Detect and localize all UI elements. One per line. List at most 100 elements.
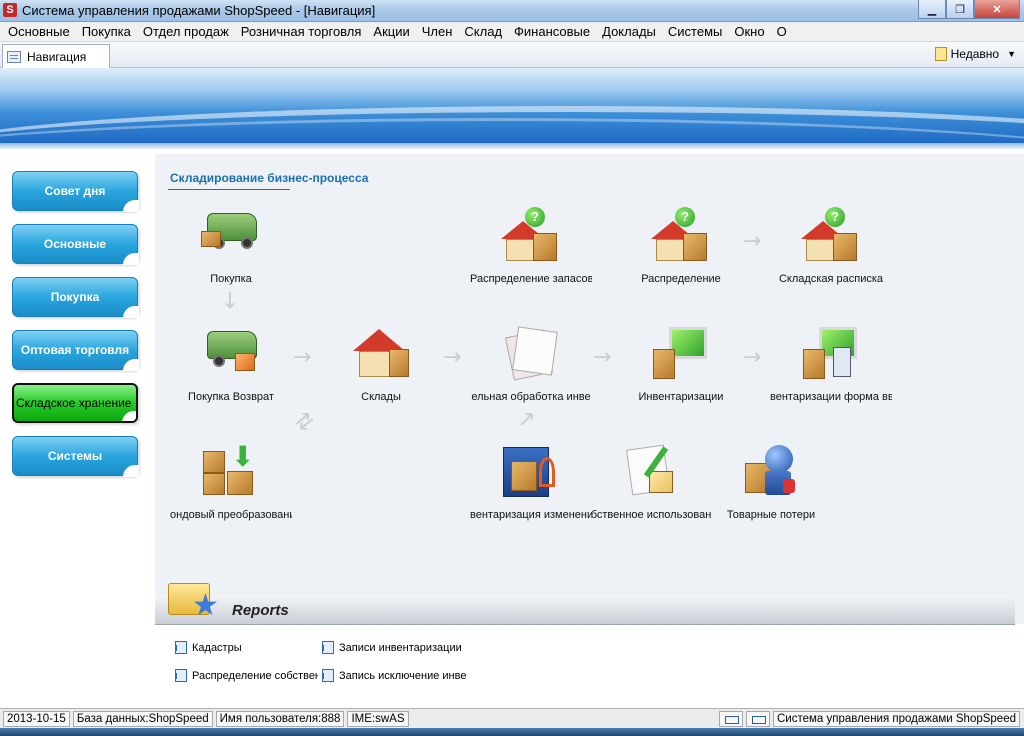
sidebar-item-systems[interactable]: Системы	[12, 436, 139, 477]
node-label: Распределение запасов	[470, 273, 592, 285]
menu-member[interactable]: Член	[416, 22, 459, 42]
node-fund-transform[interactable]: ⬇ ондовый преобразовани	[166, 441, 296, 522]
sidebar-item-wholesale[interactable]: Оптовая торговля	[12, 330, 139, 371]
node-label: ондовый преобразовани	[170, 509, 292, 521]
tab-navigation[interactable]: Навигация	[2, 44, 110, 68]
restore-button[interactable]: ❐	[946, 0, 974, 19]
tab-strip: Навигация Недавно ▼	[0, 42, 1024, 68]
node-label: бственное использован	[590, 509, 712, 521]
boxes-globe-icon	[739, 441, 803, 501]
node-label: Склады	[361, 391, 401, 403]
flow-arrow-icon: →	[293, 345, 312, 370]
status-app-name: Система управления продажами ShopSpeed	[772, 711, 1020, 727]
sidebar-item-warehouse-storage[interactable]: Складское хранение	[12, 383, 138, 423]
node-label: Покупка	[210, 273, 252, 285]
main-area: Совет дня Основные Покупка Оптовая торго…	[0, 149, 1024, 708]
tools-boxes-icon	[499, 441, 563, 501]
header-banner	[0, 68, 1024, 143]
tab-label: Навигация	[27, 49, 87, 64]
menu-about[interactable]: О	[771, 22, 793, 42]
house-boxes-icon: ?	[649, 205, 713, 265]
report-doc-icon	[175, 669, 187, 682]
sidebar-item-basic[interactable]: Основные	[12, 224, 139, 265]
reports-title: Reports	[232, 602, 289, 619]
os-taskbar	[0, 728, 1024, 736]
node-warehouse-receipt[interactable]: ? Складская расписка	[766, 205, 896, 285]
keyboard-icon[interactable]	[718, 711, 743, 727]
truck-icon	[199, 205, 263, 265]
menu-promotions[interactable]: Акции	[367, 22, 415, 42]
sidebar-item-label: Совет дня	[44, 184, 106, 198]
node-purchase[interactable]: Покупка	[166, 205, 296, 285]
sidebar-item-purchase[interactable]: Покупка	[12, 277, 139, 318]
report-link-label: Распределение собствен	[192, 669, 318, 682]
node-warehouses[interactable]: Склады	[316, 323, 446, 403]
report-link-exclusion-record[interactable]: Запись исключение инве	[322, 669, 467, 682]
sidebar-item-tip-of-day[interactable]: Совет дня	[12, 171, 139, 212]
report-link-own-distribution[interactable]: Распределение собствен	[175, 669, 318, 682]
report-doc-icon	[322, 641, 334, 654]
node-label: Товарные потери	[726, 509, 816, 521]
node-label: ельная обработка инве	[471, 391, 591, 403]
status-ime: IME:swAS	[347, 710, 409, 727]
node-label: Распределение	[641, 273, 721, 285]
recent-icon	[934, 47, 947, 61]
recent-button[interactable]: Недавно ▼	[934, 47, 1016, 61]
recent-label: Недавно	[950, 47, 1000, 61]
status-date: 2013-10-15	[3, 710, 70, 727]
menu-retail[interactable]: Розничная торговля	[235, 22, 368, 42]
flow-arrow-icon: →	[217, 290, 243, 310]
node-own-use[interactable]: бственное использован	[586, 441, 716, 521]
report-link-cadastres[interactable]: Кадастры	[175, 641, 315, 654]
node-label: Инвентаризации	[638, 391, 724, 403]
layout-icon[interactable]	[745, 711, 770, 727]
flow-arrow-icon: →	[443, 345, 462, 370]
status-user: Имя пользователя:888	[215, 710, 345, 727]
node-label: Складская расписка	[778, 273, 884, 285]
warehouse-icon	[349, 323, 413, 383]
menu-sales-dept[interactable]: Отдел продаж	[137, 22, 235, 42]
node-stock-distribution[interactable]: ? Распределение запасов	[466, 205, 596, 285]
node-purchase-return[interactable]: Покупка Возврат	[166, 323, 296, 403]
node-goods-loss[interactable]: Товарные потери	[706, 441, 836, 521]
sidebar-item-label: Покупка	[50, 290, 100, 304]
node-inventory-form[interactable]: вентаризации форма вво	[766, 323, 896, 403]
report-link-label: Кадастры	[192, 641, 242, 654]
title-bar: S Система управления продажами ShopSpeed…	[0, 0, 1024, 22]
minimize-button[interactable]: ▁	[918, 0, 946, 19]
menu-warehouse[interactable]: Склад	[458, 22, 508, 42]
report-doc-icon	[322, 669, 334, 682]
node-inventory[interactable]: Инвентаризации	[616, 323, 746, 403]
node-distribution[interactable]: ? Распределение	[616, 205, 746, 285]
node-inventory-change[interactable]: вентаризация изменени	[466, 441, 596, 521]
report-link-inventory-records[interactable]: Записи инвентаризации	[322, 641, 467, 654]
menu-window[interactable]: Окно	[728, 22, 770, 42]
status-bar: 2013-10-15 База данных:ShopSpeed Имя пол…	[0, 708, 1024, 728]
node-label: вентаризации форма вво	[770, 391, 892, 403]
menu-finance[interactable]: Финансовые	[508, 22, 596, 42]
flow-arrow-icon: →	[743, 229, 762, 254]
status-database: База данных:ShopSpeed	[72, 710, 213, 727]
house-boxes-icon: ?	[799, 205, 863, 265]
menu-purchase[interactable]: Покупка	[76, 22, 137, 42]
section-title: Складирование бизнес-процесса	[170, 171, 369, 185]
monitor-boxes-icon	[649, 323, 713, 383]
reports-folder-icon: ★	[168, 575, 220, 621]
flow-arrow-icon: →	[593, 345, 612, 370]
report-doc-icon	[175, 641, 187, 654]
window-controls: ▁ ❐ ✕	[918, 0, 1020, 19]
paper-pen-icon	[619, 441, 683, 501]
sidebar-item-label: Складское хранение	[16, 396, 132, 410]
node-label: вентаризация изменени	[470, 509, 592, 521]
report-link-label: Запись исключение инве	[339, 669, 467, 682]
menu-reports[interactable]: Доклады	[596, 22, 662, 42]
flow-arrow-icon: →	[743, 345, 762, 370]
close-button[interactable]: ✕	[974, 0, 1020, 19]
sidebar-item-label: Основные	[43, 237, 107, 251]
node-inventory-processing[interactable]: ельная обработка инве	[466, 323, 596, 403]
truck-return-icon	[199, 323, 263, 383]
menu-systems[interactable]: Системы	[662, 22, 728, 42]
window-title: Система управления продажами ShopSpeed -…	[22, 3, 376, 18]
menu-basic[interactable]: Основные	[2, 22, 76, 42]
chevron-down-icon: ▼	[1007, 49, 1016, 59]
